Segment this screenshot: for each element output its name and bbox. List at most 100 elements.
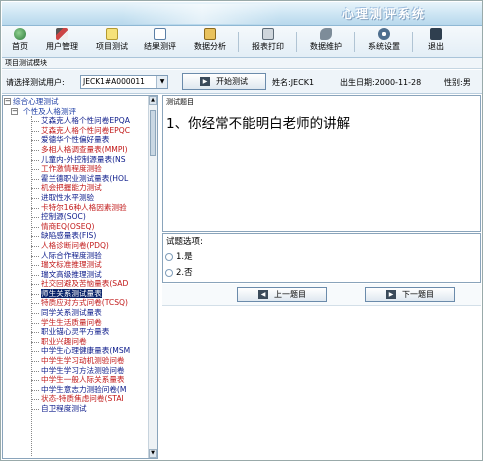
option-yes-label: 1.是 <box>176 252 193 262</box>
radio-icon[interactable] <box>165 268 173 277</box>
collapse-icon[interactable]: − <box>11 107 18 115</box>
tree-scrollbar[interactable]: ▲ ▼ <box>148 96 157 458</box>
tree-item-label: 状态-特质焦虑问卷(STAI <box>41 394 124 404</box>
radio-icon[interactable] <box>165 252 173 261</box>
tree-item-label: 霍兰德职业测试量表(HOL <box>41 173 129 183</box>
result-doc-icon <box>154 28 166 40</box>
user-birth-text: 出生日期:2000-11-28 <box>340 78 422 87</box>
tree-item[interactable]: 人际合作程度测验 <box>3 251 149 261</box>
tree-item[interactable]: 中学生学习动机测验问卷 <box>3 356 149 366</box>
options-caption: 试题选项: <box>166 237 203 247</box>
toolbar-maintenance-button[interactable]: 数据维护 <box>304 28 348 56</box>
tree-item-label: 控制源(SOC) <box>41 212 86 222</box>
tree-item-label: 社交回避及苦恼量表(SAD <box>41 279 129 289</box>
test-tree: − 综合心理测试 − 个性及人格测评 艾森克人格个性问卷EPQA 艾森克人格个性问… <box>2 95 158 459</box>
tree-item[interactable]: 中学生学习方法测验问卷 <box>3 366 149 376</box>
toolbar-settings-button[interactable]: 系统设置 <box>362 28 406 56</box>
tree-item-label: 中学生一般人际关系量表 <box>41 375 125 385</box>
user-name-text: 姓名:JECK1 <box>272 78 315 87</box>
start-test-button[interactable]: ▶ 开始测试 <box>182 73 266 90</box>
toolbar-user-management-button[interactable]: 用户管理 <box>42 28 82 56</box>
option-no-label: 2.否 <box>176 268 193 278</box>
tree-group-node[interactable]: − 个性及人格测评 <box>3 107 149 117</box>
user-gender-text: 性别:男 <box>444 78 471 87</box>
user-pen-icon <box>56 28 68 40</box>
tree-item-label: 工作激情程度测验 <box>41 164 102 174</box>
print-icon <box>262 28 274 40</box>
tree-item[interactable]: 瑞文高级推理测试 <box>3 270 149 280</box>
tree-item[interactable]: 爱德华个性偏好量表 <box>3 135 149 145</box>
tree-item[interactable]: 情商EQ(OSEQ) <box>3 222 149 232</box>
tree-item[interactable]: 中学生心理健康量表(MSM <box>3 346 149 356</box>
tree-item[interactable]: 职业兴趣问卷 <box>3 337 149 347</box>
toolbar-exit-button[interactable]: 退出 <box>422 28 450 56</box>
tree-item-label: 自卫程度测试 <box>41 404 87 413</box>
tree-item[interactable]: 卡特尔16种人格因素测验 <box>3 203 149 213</box>
option-no[interactable]: 2.否 <box>165 266 193 278</box>
tree-item[interactable]: 缺陷感量表(FIS) <box>3 231 149 241</box>
tree-item[interactable]: 中学生一般人际关系量表 <box>3 375 149 385</box>
tree-item[interactable]: 工作激情程度测验 <box>3 164 149 174</box>
tree-item-label: 进取性水平测验 <box>41 192 95 202</box>
tree-item[interactable]: 多相人格调查量表(MMPI) <box>3 145 149 155</box>
app-title: 心理测评系统 <box>341 7 426 21</box>
toolbar-maintenance-label: 数据维护 <box>310 42 342 51</box>
prev-question-button[interactable]: ◀ 上一题目 <box>237 287 327 302</box>
chevron-down-icon[interactable]: ▼ <box>156 76 167 88</box>
tree-item[interactable]: 儿童内-外控制源量表(NS <box>3 155 149 165</box>
tree-item[interactable]: 瑞文标准推理测试 <box>3 260 149 270</box>
tree-item[interactable]: 学生生活质量问卷 <box>3 318 149 328</box>
tree-item-label: 人际合作程度测验 <box>41 250 102 260</box>
tree-item[interactable]: 控制源(SOC) <box>3 212 149 222</box>
toolbar-separator <box>354 32 355 52</box>
tree-item[interactable]: 人格诊断问卷(PDQ) <box>3 241 149 251</box>
tree-root-node[interactable]: − 综合心理测试 <box>3 97 149 107</box>
tree-item[interactable]: 社交回避及苦恼量表(SAD <box>3 279 149 289</box>
tree-item[interactable]: 机会把握能力测试 <box>3 183 149 193</box>
scroll-down-icon[interactable]: ▼ <box>149 449 157 458</box>
toolbar-project-test-label: 项目测试 <box>96 42 128 51</box>
scroll-up-icon[interactable]: ▲ <box>149 96 157 105</box>
toolbar-result-button[interactable]: 结果测评 <box>140 28 180 56</box>
user-selection-row: 请选择测试用户: JECK1#A000011 ▼ ▶ 开始测试 姓名:JECK1 … <box>2 70 482 94</box>
options-panel: 试题选项: 1.是 2.否 <box>162 233 481 283</box>
next-question-button[interactable]: ▶ 下一题目 <box>365 287 455 302</box>
tree-item-label: 卡特尔16种人格因素测验 <box>41 202 127 212</box>
toolbar-analysis-button[interactable]: 数据分析 <box>188 28 232 56</box>
prev-question-label: 上一题目 <box>274 290 306 299</box>
tree-item[interactable]: 霍兰德职业测试量表(HOL <box>3 174 149 184</box>
collapse-icon[interactable]: − <box>4 98 11 105</box>
toolbar-print-button[interactable]: 报表打印 <box>246 28 290 56</box>
tree-item[interactable]: 特质应对方式问卷(TCSQ) <box>3 298 149 308</box>
option-yes[interactable]: 1.是 <box>165 250 193 262</box>
scroll-thumb[interactable] <box>150 110 156 156</box>
test-note-icon <box>106 28 118 40</box>
tree-item-label: 瑞文高级推理测试 <box>41 269 102 279</box>
user-select[interactable]: JECK1#A000011 ▼ <box>80 75 168 89</box>
tree-item[interactable]: 职业锚心灵平方量表 <box>3 327 149 337</box>
toolbar-home-label: 首页 <box>12 42 28 51</box>
tree-item[interactable]: 艾森克人格个性问卷EPQA <box>3 116 149 126</box>
exit-icon <box>430 28 442 40</box>
tree-item[interactable]: 状态-特质焦虑问卷(STAI <box>3 394 149 404</box>
tree-item[interactable]: 艾森克人格个性问卷EPQC <box>3 126 149 136</box>
tree-item-label: 艾森克人格个性问卷EPQC <box>41 125 130 135</box>
tree-item[interactable]: 进取性水平测验 <box>3 193 149 203</box>
tree-item[interactable]: 同学关系测试量表 <box>3 308 149 318</box>
tree-item-label: 学生生活质量问卷 <box>41 317 102 327</box>
toolbar-home-button[interactable]: 首页 <box>8 28 32 56</box>
play-icon: ▶ <box>200 77 210 86</box>
tree-item[interactable]: 自卫程度测试 <box>3 404 149 414</box>
tree-item-label: 艾森克人格个性问卷EPQA <box>41 116 130 126</box>
tree-item-label: 瑞文标准推理测试 <box>41 260 102 270</box>
question-panel: 测试题目 1、你经常不能明白老师的讲解 <box>162 95 481 232</box>
tree-item[interactable]: 中学生意志力测验问卷(M <box>3 385 149 395</box>
tree-root-label: 综合心理测试 <box>13 97 59 106</box>
toolbar-project-test-button[interactable]: 项目测试 <box>92 28 132 56</box>
toolbar-analysis-label: 数据分析 <box>194 42 226 51</box>
settings-gear-icon <box>378 28 390 40</box>
tree-item-label: 机会把握能力测试 <box>41 183 102 193</box>
tree-item-label: 中学生心理健康量表(MSM <box>41 346 131 356</box>
tree-item-label: 人格诊断问卷(PDQ) <box>41 240 109 250</box>
tree-item[interactable]: 师生关系测试量表 <box>3 288 149 299</box>
